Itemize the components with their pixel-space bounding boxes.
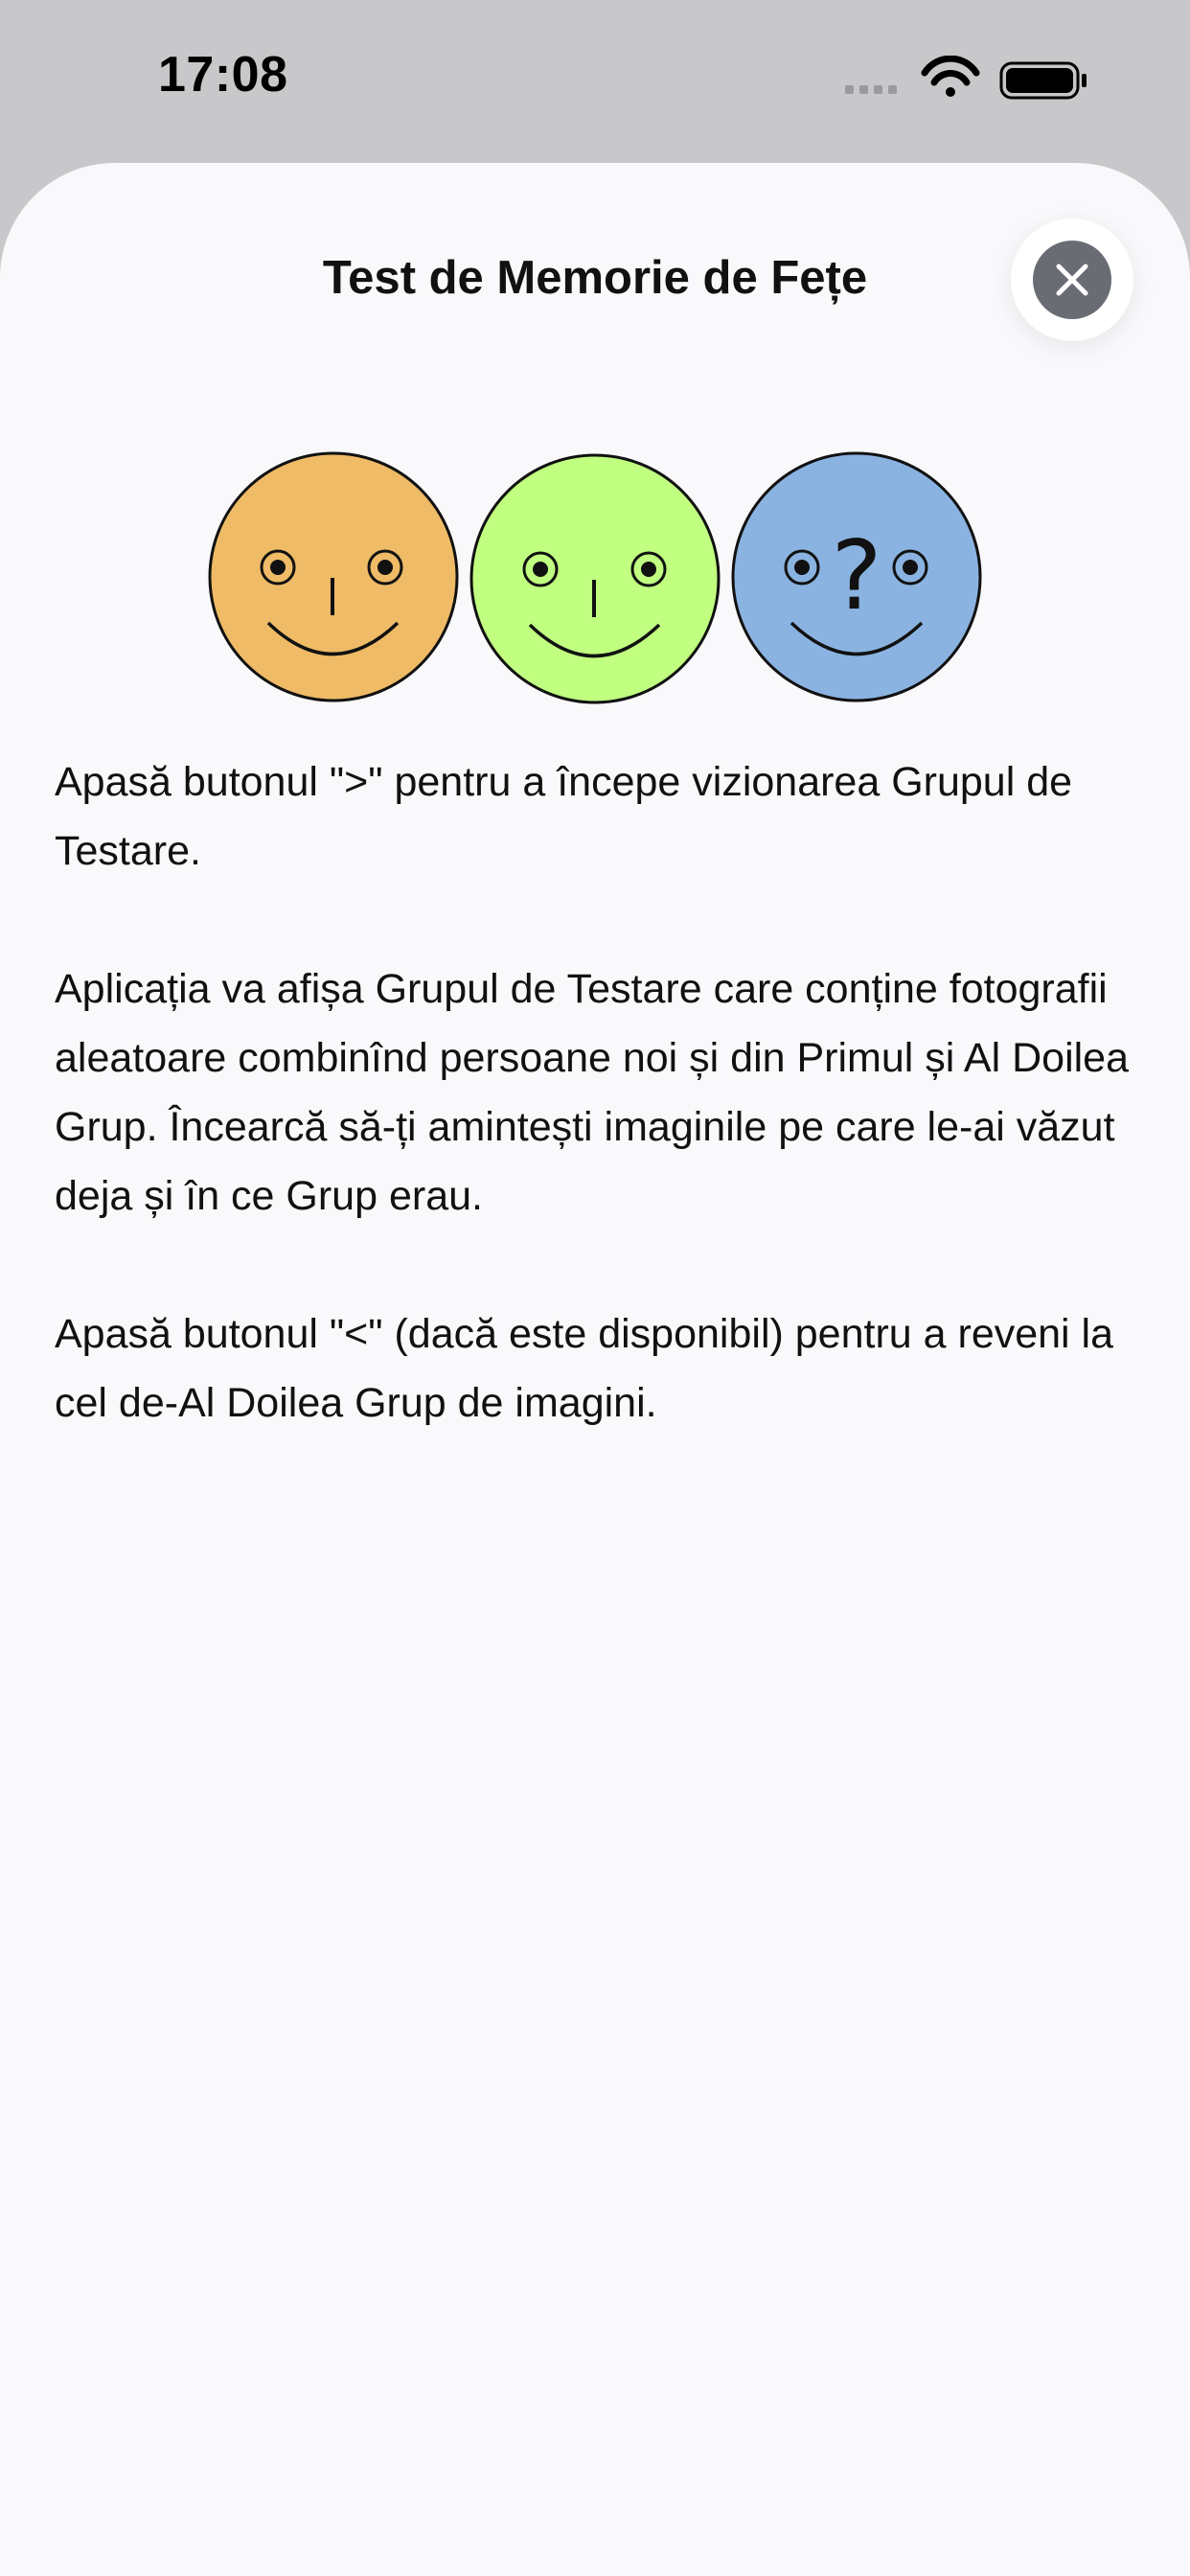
close-icon	[1056, 264, 1088, 296]
blue-face-icon: ?	[731, 451, 982, 702]
instructions: Apasă butonul ">" pentru a începe vizion…	[55, 748, 1137, 1506]
status-icons	[845, 56, 1087, 100]
status-bar: 17:08	[0, 0, 1190, 163]
instruction-paragraph-1: Apasă butonul ">" pentru a începe vizion…	[55, 759, 1073, 874]
close-button-circle[interactable]	[1033, 241, 1111, 319]
wifi-icon	[921, 56, 980, 97]
orange-face-icon	[208, 451, 459, 702]
faces-illustration: ?	[208, 451, 982, 704]
status-time: 17:08	[158, 47, 288, 103]
instruction-paragraph-3: Apasă butonul "<" (dacă este disponibil)…	[55, 1311, 1114, 1426]
green-face-icon	[469, 453, 721, 704]
cellular-icon	[845, 85, 897, 94]
battery-icon	[999, 61, 1087, 100]
close-button[interactable]	[1011, 218, 1133, 341]
question-mark-glyph: ?	[831, 519, 881, 632]
instruction-paragraph-2: Aplicația va afișa Grupul de Testare car…	[55, 966, 1130, 1219]
modal-sheet: Test de Memorie de Fețe ? Apasă butonul …	[0, 163, 1190, 2576]
